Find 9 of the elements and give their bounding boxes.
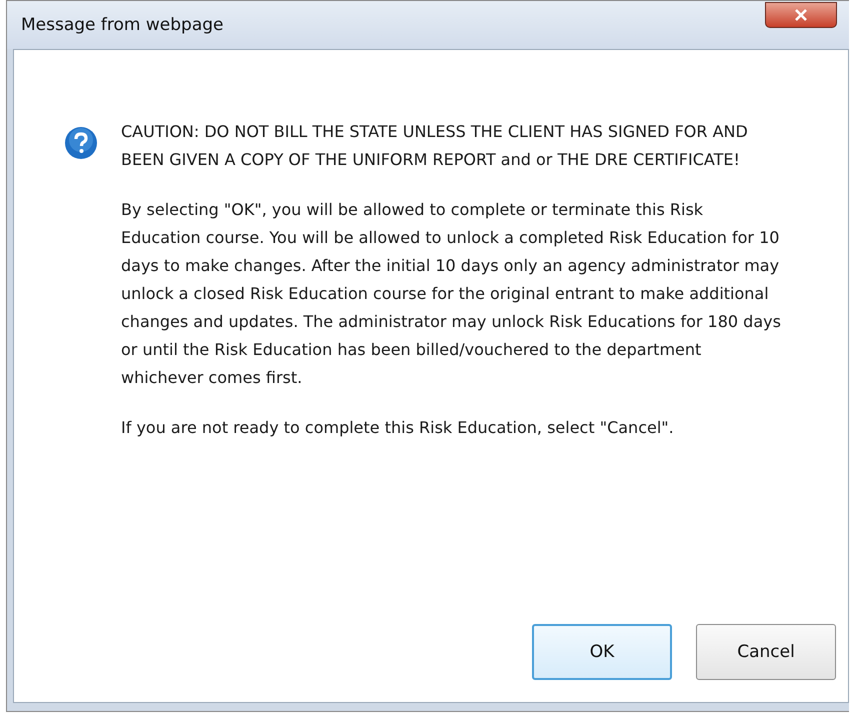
- dialog-button[interactable]: Cancel: [696, 624, 836, 680]
- dialog-button[interactable]: OK: [532, 624, 672, 680]
- message-paragraph: By selecting "OK", you will be allowed to complete or terminate this Risk Education course. You will be allowed to unlock a completed Risk Education for 10 days to make changes. After the initial 10 days only an agency administrator may unlock a closed Risk Education course for the original entrant to make additional changes and updates. The administrator may unlock Risk Educations for 180 days or until the Risk Education has been billed/vouchered to the department whichever comes first.: [121, 199, 781, 389]
- close-icon: [794, 9, 808, 21]
- message-paragraph: If you are not ready to complete this Risk Education, select "Cancel".: [121, 417, 675, 439]
- message-paragraph: CAUTION: DO NOT BILL THE STATE UNLESS THE CLIENT HAS SIGNED FOR AND BEEN GIVEN A COPY OF THE UNIFORM REPORT and or THE DRE CERTIFICATE!: [121, 121, 749, 171]
- close-button[interactable]: [765, 2, 837, 28]
- question-icon: [64, 126, 98, 160]
- window-title: Message from webpage: [21, 15, 224, 35]
